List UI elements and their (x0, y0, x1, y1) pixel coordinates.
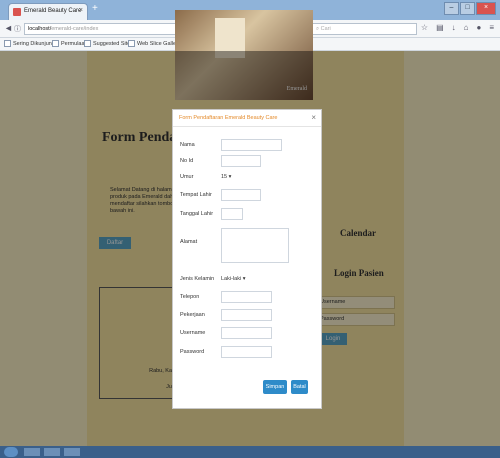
umur-select[interactable]: 15 ▾ (221, 172, 231, 182)
site-favicon-icon (13, 8, 21, 16)
start-button[interactable] (4, 447, 18, 457)
close-window-icon[interactable]: × (476, 2, 496, 15)
bookmark-item[interactable]: Permulaan (52, 40, 88, 47)
browser-tab[interactable]: Emerald Beauty Care × (8, 3, 88, 20)
download-icon[interactable]: ↓ (452, 23, 456, 32)
window-controls: – □ × (444, 2, 496, 15)
tempat-lahir-label: Tempat Lahir (180, 192, 212, 198)
tanggal-lahir-field[interactable] (221, 208, 243, 220)
jenis-kelamin-label: Jenis Kelamin (180, 276, 215, 282)
username-label: Username (180, 330, 206, 336)
chevron-down-icon: ▾ (227, 174, 232, 180)
password-field[interactable] (221, 346, 272, 358)
bookmark-item[interactable]: Web Slice Gallery (128, 40, 181, 47)
bookmark-folder-icon (84, 40, 91, 47)
info-icon[interactable]: ⓘ (14, 24, 21, 34)
bookmark-folder-icon (4, 40, 11, 47)
pekerjaan-field[interactable] (221, 309, 272, 321)
taskbar-app[interactable] (44, 448, 60, 456)
pekerjaan-label: Pekerjaan (180, 312, 205, 318)
alamat-textarea[interactable] (221, 228, 289, 263)
back-arrow-icon[interactable]: ◄ (4, 23, 13, 33)
extension-icon[interactable]: ● (476, 23, 481, 32)
telepon-field[interactable] (221, 291, 272, 303)
taskbar-app[interactable] (64, 448, 80, 456)
bookmark-star-icon[interactable]: ☆ (421, 23, 428, 32)
bookmark-item[interactable]: Suggested Sites (84, 40, 133, 47)
close-icon[interactable]: × (311, 113, 316, 122)
tanggal-lahir-label: Tanggal Lahir (180, 211, 214, 217)
no-id-field[interactable] (221, 155, 261, 167)
modal-header: Form Pendaftaran Emerald Beauty Care × (173, 110, 321, 127)
jenis-kelamin-select[interactable]: Laki-laki ▾ (221, 274, 245, 284)
search-placeholder: Cari (320, 26, 331, 32)
batal-button[interactable]: Batal (291, 380, 308, 394)
tab-title: Emerald Beauty Care (24, 8, 82, 14)
bookmark-item[interactable]: Sering Dikunjungi (4, 40, 56, 47)
bookmark-folder-icon (128, 40, 135, 47)
jenis-kelamin-value: Laki-laki (221, 276, 242, 282)
library-icon[interactable]: ▤ (436, 23, 444, 32)
telepon-label: Telepon (180, 294, 200, 300)
taskbar-app[interactable] (24, 448, 40, 456)
registration-modal: Form Pendaftaran Emerald Beauty Care × N… (172, 109, 322, 409)
simpan-button[interactable]: Simpan (263, 380, 287, 394)
umur-label: Umur (180, 174, 194, 180)
nama-label: Nama (180, 142, 195, 148)
search-input[interactable]: ⌕ Cari (312, 23, 417, 35)
simpan-label: Simpan (265, 384, 285, 390)
no-id-label: No Id (180, 158, 194, 164)
alamat-label: Alamat (180, 239, 198, 245)
username-field[interactable] (221, 327, 272, 339)
close-tab-icon[interactable]: × (79, 7, 83, 14)
os-taskbar (0, 446, 500, 458)
home-icon[interactable]: ⌂ (464, 23, 469, 32)
toolbar-icons: ☆ ▤ ↓ ⌂ ● ≡ (421, 23, 494, 32)
nama-field[interactable] (221, 139, 282, 151)
url-host: localhost/ (28, 26, 52, 32)
url-path: emerald-care/index (51, 26, 99, 32)
chevron-down-icon: ▾ (241, 276, 246, 282)
minimize-icon[interactable]: – (444, 2, 459, 15)
menu-icon[interactable]: ≡ (489, 23, 494, 32)
bookmark-folder-icon (52, 40, 59, 47)
password-label: Password (180, 349, 205, 355)
tempat-lahir-field[interactable] (221, 189, 261, 201)
modal-title: Form Pendaftaran Emerald Beauty Care (179, 115, 278, 121)
new-tab-button[interactable]: + (92, 4, 98, 14)
batal-label: Batal (293, 384, 306, 390)
maximize-icon[interactable]: □ (460, 2, 475, 15)
